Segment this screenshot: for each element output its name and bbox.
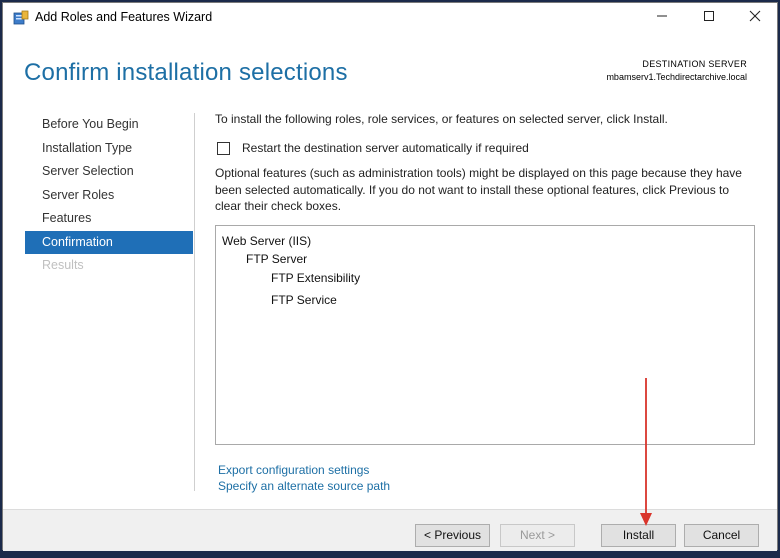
list-item: FTP Server [246, 252, 308, 266]
nav-item-installation-type[interactable]: Installation Type [25, 137, 193, 161]
nav-item-confirmation[interactable]: Confirmation [25, 230, 193, 254]
alternate-source-link[interactable]: Specify an alternate source path [218, 478, 390, 494]
nav-item-results: Results [42, 258, 84, 272]
page-title: Confirm installation selections [24, 59, 348, 86]
wizard-window: Add Roles and Features Wizard Confirm in… [2, 2, 778, 551]
restart-label[interactable]: Restart the destination server automatic… [242, 141, 529, 155]
footer-bar: < Previous Next > Install Cancel [3, 509, 777, 551]
list-item: FTP Service [271, 293, 337, 307]
close-button[interactable] [732, 3, 778, 33]
cancel-button[interactable]: Cancel [684, 524, 759, 547]
nav-item-features[interactable]: Features [25, 207, 193, 231]
nav-item-before-you-begin[interactable]: Before You Begin [25, 113, 193, 137]
install-button[interactable]: Install [601, 524, 676, 547]
previous-button[interactable]: < Previous [415, 524, 490, 547]
close-icon [749, 9, 761, 27]
nav-item-server-selection[interactable]: Server Selection [25, 160, 193, 184]
list-item: Web Server (IIS) [222, 234, 312, 248]
server-manager-icon [13, 10, 29, 26]
wizard-nav: Before You Begin Installation Type Serve… [25, 113, 193, 278]
intro-text: To install the following roles, role ser… [215, 112, 668, 126]
optional-features-text: Optional features (such as administratio… [215, 166, 742, 213]
destination-server-label: DESTINATION SERVER [642, 59, 747, 69]
nav-item-server-roles[interactable]: Server Roles [25, 184, 193, 208]
minimize-button[interactable] [639, 3, 685, 33]
config-links: Export configuration settings Specify an… [218, 462, 390, 494]
selections-list[interactable]: Web Server (IIS) FTP Server FTP Extensib… [215, 225, 755, 445]
restart-option[interactable]: Restart the destination server automatic… [215, 141, 529, 155]
maximize-button[interactable] [686, 3, 732, 33]
restart-checkbox[interactable] [217, 141, 230, 155]
list-item: FTP Extensibility [271, 271, 361, 285]
title-bar[interactable]: Add Roles and Features Wizard [3, 3, 777, 33]
nav-divider [194, 113, 195, 491]
next-button: Next > [500, 524, 575, 547]
export-configuration-link[interactable]: Export configuration settings [218, 462, 390, 478]
destination-server-name: mbamserv1.Techdirectarchive.local [606, 72, 747, 82]
content-area: To install the following roles, role ser… [215, 111, 755, 213]
window-title: Add Roles and Features Wizard [35, 10, 213, 24]
maximize-icon [703, 9, 715, 27]
minimize-icon [656, 9, 668, 27]
